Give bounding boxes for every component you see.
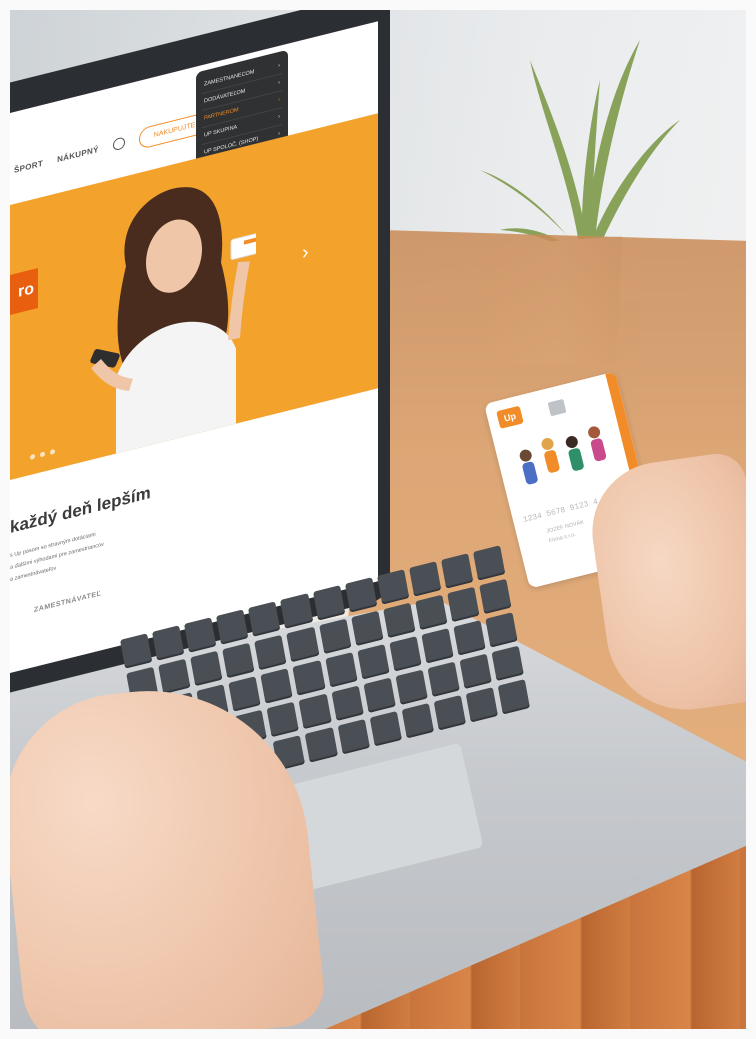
key — [376, 569, 410, 605]
key — [298, 693, 332, 730]
key — [312, 585, 345, 621]
carousel-dots[interactable] — [30, 448, 55, 461]
key — [414, 594, 448, 631]
carousel-dot[interactable] — [30, 453, 35, 461]
chevron-right-icon: › — [278, 96, 280, 104]
key — [266, 701, 300, 738]
chevron-right-icon: › — [278, 79, 280, 87]
key — [190, 650, 223, 687]
woman-holding-card-image — [90, 187, 256, 454]
key — [286, 626, 319, 663]
card-chip — [547, 398, 567, 417]
key — [388, 636, 422, 672]
key — [382, 602, 416, 639]
hero-tag: ro — [6, 268, 38, 316]
key — [421, 628, 454, 664]
key — [472, 545, 506, 581]
key — [427, 661, 460, 698]
key — [292, 660, 326, 696]
key — [408, 561, 442, 597]
card-holder-company: Firma s.r.o. — [548, 531, 577, 545]
key — [344, 577, 377, 613]
key — [395, 669, 428, 706]
key — [260, 668, 294, 704]
key — [152, 625, 185, 661]
key — [491, 645, 524, 682]
key — [184, 617, 217, 653]
key — [440, 553, 474, 589]
hero-headline: každý deň lepším — [10, 482, 151, 538]
key — [331, 685, 364, 722]
laptop-screen: ŠPORT NÁKUPNÝ NAKUPUJTE ZAMESTNANECOM › D… — [6, 21, 378, 674]
chevron-right-icon: › — [278, 113, 280, 121]
nav-link-sport[interactable]: ŠPORT — [14, 158, 43, 174]
key — [485, 612, 518, 648]
key — [158, 658, 191, 695]
key — [248, 601, 281, 637]
key — [356, 644, 390, 680]
key — [479, 578, 512, 615]
key — [216, 609, 249, 645]
key — [453, 620, 486, 656]
key — [318, 618, 352, 655]
key — [228, 676, 261, 712]
search-icon[interactable] — [112, 136, 125, 152]
carousel-dot[interactable] — [40, 451, 45, 458]
employer-link[interactable]: ZAMESTNÁVATEĽ — [34, 590, 101, 614]
chevron-right-icon: › — [278, 130, 280, 138]
photo-scene: ŠPORT NÁKUPNÝ NAKUPUJTE ZAMESTNANECOM › D… — [0, 0, 756, 1039]
chevron-right-icon[interactable]: › — [302, 241, 309, 266]
key — [324, 652, 358, 688]
key — [280, 593, 313, 629]
card-holder-name: JOZEF NOVÁK — [546, 519, 585, 535]
succulent-plant — [480, 40, 680, 256]
key — [363, 677, 396, 714]
key — [120, 633, 153, 669]
key — [459, 653, 492, 690]
up-logo: Up — [496, 405, 524, 429]
key — [254, 634, 287, 671]
key — [446, 586, 480, 623]
carousel-dot[interactable] — [50, 448, 55, 456]
key — [350, 610, 384, 647]
key — [222, 642, 255, 679]
nav-link-nakupny[interactable]: NÁKUPNÝ — [57, 144, 99, 163]
chevron-right-icon: › — [278, 62, 280, 70]
